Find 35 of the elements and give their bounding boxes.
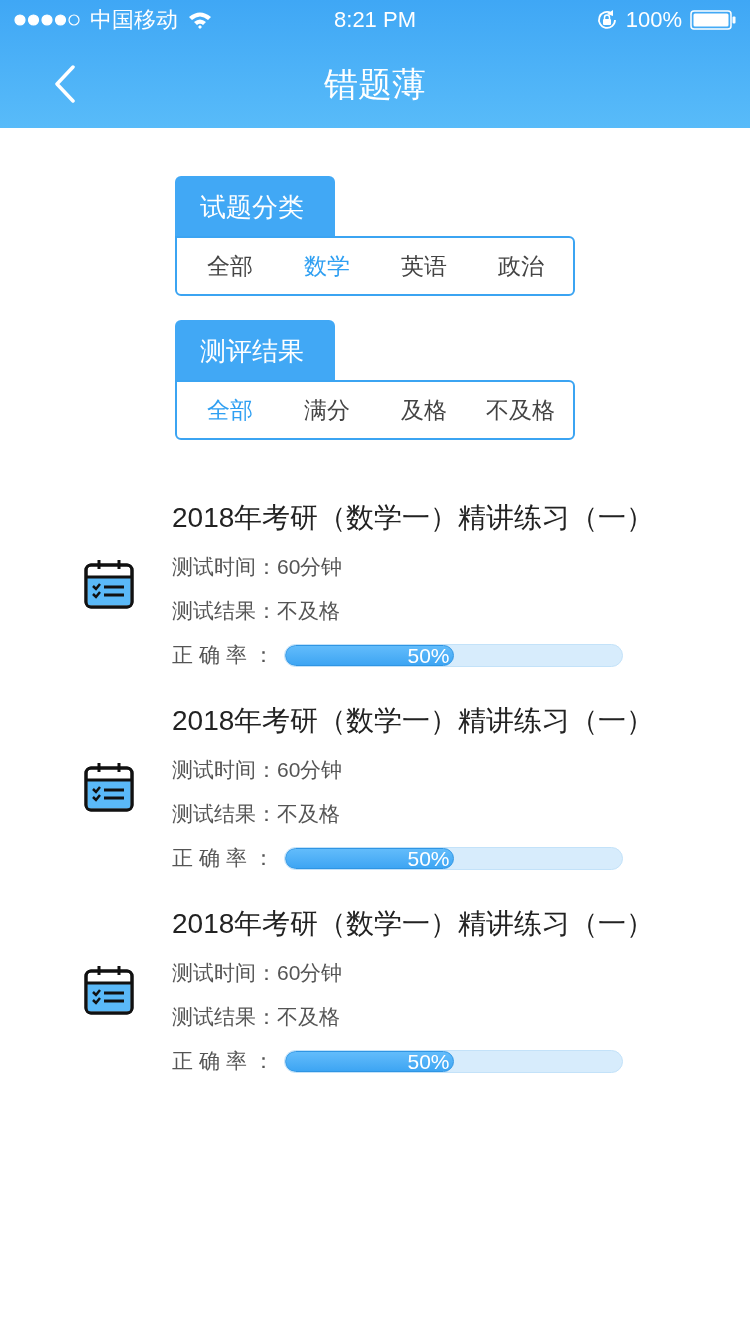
signal-icon <box>14 14 80 26</box>
filter-option[interactable]: 全部 <box>206 254 253 278</box>
filter-group-label: 测评结果 <box>175 320 335 382</box>
filter-option[interactable]: 满分 <box>303 398 350 422</box>
back-chevron-icon <box>54 65 76 103</box>
filter-option[interactable]: 不及格 <box>486 398 555 422</box>
progress-percent: 50% <box>407 847 450 869</box>
test-duration: 测试时间：60分钟 <box>172 554 344 580</box>
rotation-lock-icon <box>595 9 618 31</box>
progress-percent: 50% <box>407 644 450 666</box>
calendar-checklist-icon <box>84 559 134 609</box>
record-title[interactable]: 2018年考研（数学一）精讲练习（一） <box>172 498 655 538</box>
test-result: 测试结果：不及格 <box>172 598 341 624</box>
test-duration: 测试时间：60分钟 <box>172 960 344 986</box>
test-result: 测试结果：不及格 <box>172 1004 341 1030</box>
progress-percent: 50% <box>407 1050 450 1072</box>
carrier-name: 中国移动 <box>90 9 178 31</box>
test-duration: 测试时间：60分钟 <box>172 757 344 783</box>
calendar-checklist-icon <box>84 965 134 1015</box>
battery-icon <box>690 10 736 30</box>
status-time: 8:21 PM <box>334 9 416 31</box>
page-title: 错题薄 <box>324 67 426 101</box>
record-title[interactable]: 2018年考研（数学一）精讲练习（一） <box>172 701 655 741</box>
wifi-icon <box>188 11 212 29</box>
battery-percent: 100% <box>625 9 682 31</box>
filter-option[interactable]: 及格 <box>400 398 447 422</box>
calendar-checklist-icon <box>84 762 134 812</box>
accuracy-label: 正 确 率 ： <box>172 1048 275 1074</box>
filter-option[interactable]: 英语 <box>400 254 447 278</box>
test-result: 测试结果：不及格 <box>172 801 341 827</box>
filter-group-label: 试题分类 <box>175 176 335 238</box>
record-title[interactable]: 2018年考研（数学一）精讲练习（一） <box>172 904 655 944</box>
filter-option[interactable]: 政治 <box>497 254 544 278</box>
accuracy-label: 正 确 率 ： <box>172 845 275 871</box>
accuracy-label: 正 确 率 ： <box>172 642 275 668</box>
